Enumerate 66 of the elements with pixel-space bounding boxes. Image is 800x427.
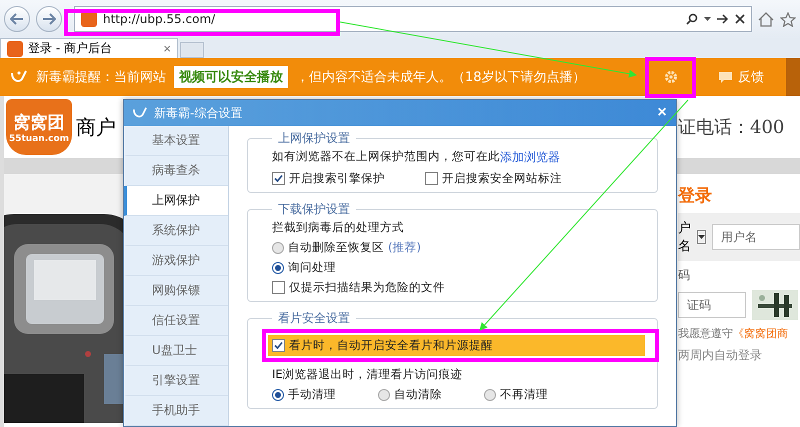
checkbox[interactable]: 开启搜索安全网站标注	[425, 171, 562, 186]
dropdown-icon	[698, 235, 705, 239]
forward-button[interactable]	[36, 6, 62, 32]
description-text: IE浏览器退出时，清理看片访问痕迹	[272, 367, 463, 382]
site-logo: 窝窝团 55tuan.com	[6, 99, 72, 155]
sidebar-item[interactable]: 上网保护	[124, 186, 228, 216]
sidebar-item[interactable]: 基本设置	[124, 126, 228, 156]
sidebar-item[interactable]: 网购保镖	[124, 276, 228, 306]
agreement-link[interactable]: 《窝窝团商	[733, 327, 788, 340]
radio-button[interactable]: 不再清理	[484, 387, 548, 402]
radio-button[interactable]: 询问处理	[272, 260, 336, 275]
go-arrow-icon	[717, 14, 729, 24]
agreement-text: 我愿意遵守《窝窝团商	[678, 326, 789, 341]
site-icon	[7, 40, 23, 56]
highlighted-checkbox[interactable]: 看片时，自动开启安全看片和片源提醒	[268, 335, 645, 356]
forward-arrow-icon	[42, 13, 56, 25]
sidebar-item[interactable]: 引擎设置	[124, 366, 228, 396]
group-title: 看片安全设置	[277, 310, 351, 327]
checkbox[interactable]: 仅提示扫描结果为危险的文件	[272, 280, 645, 295]
highlight-frame	[645, 57, 696, 98]
search-icon	[686, 13, 698, 25]
browser-tab[interactable]: 登录 - 商户后台 ×	[0, 38, 178, 58]
star-icon[interactable]	[780, 12, 796, 26]
username-field[interactable]: 用户名	[712, 224, 800, 250]
sidebar-item[interactable]: U盘卫士	[124, 336, 228, 366]
chat-icon	[718, 70, 733, 84]
safe-badge: 视频可以安全播放	[174, 66, 288, 88]
sidebar-item[interactable]: 系统保护	[124, 216, 228, 246]
radio-button[interactable]: 自动删除至恢复区	[272, 240, 384, 255]
login-title: 登录	[678, 185, 713, 207]
close-icon	[735, 14, 745, 24]
account-type-label: 户名	[678, 220, 691, 255]
sidebar-item[interactable]: 游戏保护	[124, 246, 228, 276]
check-icon	[274, 341, 283, 350]
antivirus-logo-icon	[10, 69, 28, 85]
dialog-title: 新毒霸-综合设置	[154, 104, 244, 122]
phone-text: 证电话：400	[678, 116, 786, 139]
group-title: 下载保护设置	[277, 201, 351, 218]
password-label: 码	[678, 267, 691, 284]
home-icon[interactable]	[758, 12, 774, 26]
back-arrow-icon	[10, 13, 24, 25]
notice-text: 新毒霸提醒：当前网站	[36, 69, 166, 86]
back-button[interactable]	[4, 6, 30, 32]
tab-close-button[interactable]: ×	[163, 41, 171, 56]
description-text: 如有浏览器不在上网保护范围内，您可在此	[272, 149, 500, 165]
add-browser-link[interactable]: 添加浏览器	[500, 149, 560, 166]
hint-text: (推荐)	[388, 240, 421, 255]
settings-icon	[664, 70, 678, 84]
captcha-field[interactable]: 证码	[678, 292, 746, 318]
dropdown-button[interactable]	[697, 230, 706, 244]
radio-button[interactable]: 手动清理	[272, 387, 336, 402]
group-title: 上网保护设置	[277, 130, 351, 147]
check-icon	[274, 174, 283, 183]
antivirus-logo-icon	[132, 106, 148, 120]
description-text: 拦截到病毒后的处理方式	[272, 220, 404, 235]
page-heading: 商户	[76, 114, 116, 140]
dropdown-icon	[704, 17, 711, 21]
remember-login-label: 两周内自动登录	[678, 347, 763, 364]
sidebar-item[interactable]: 手机助手	[124, 396, 228, 426]
radio-button[interactable]: 自动清除	[378, 387, 442, 402]
checkbox[interactable]: 开启搜索引擎保护	[272, 171, 385, 186]
close-button[interactable]: ×	[648, 103, 676, 123]
bar-end	[786, 58, 800, 96]
sidebar-item[interactable]: 信任设置	[124, 306, 228, 336]
notice-message: ，但内容不适合未成年人。（18岁以下请勿点播）	[296, 69, 587, 86]
address-bar[interactable]: http://ubp.55.com/	[74, 6, 752, 32]
